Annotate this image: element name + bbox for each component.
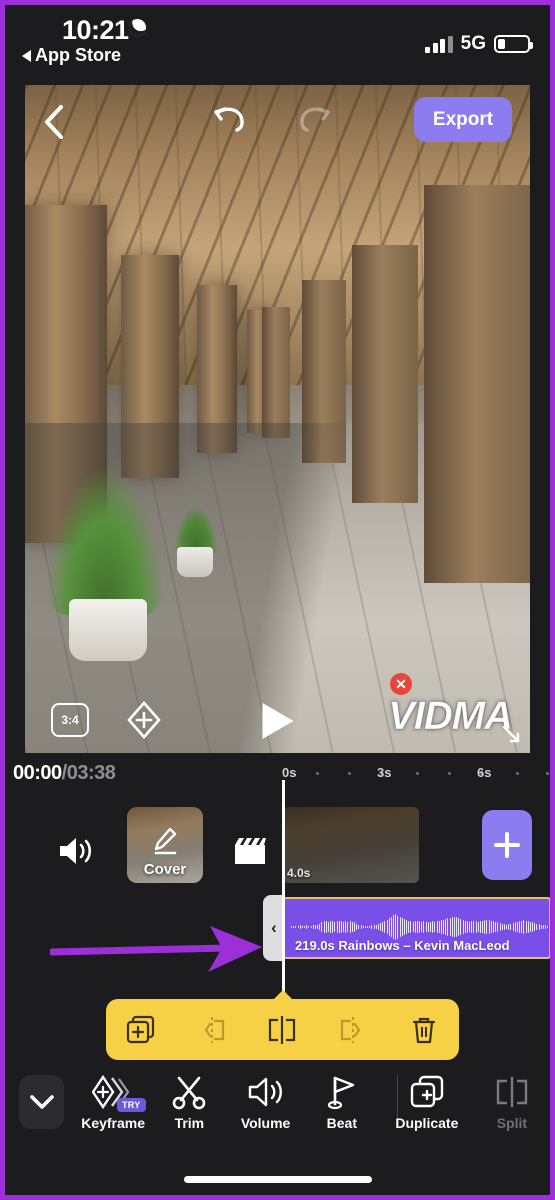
tool-volume[interactable]: Volume [227, 1071, 303, 1131]
export-button[interactable]: Export [414, 97, 512, 142]
audio-clip-label: 219.0s Rainbows – Kevin MacLeod [295, 938, 510, 953]
ruler-dot [448, 772, 451, 775]
collapse-button[interactable] [19, 1075, 64, 1129]
back-button[interactable] [41, 103, 67, 146]
timeline-tracks[interactable]: Cover 4.0s ‹ 219.0s Rainbows – Kevin Mac… [5, 795, 550, 995]
speaker-icon[interactable] [57, 835, 95, 872]
watermark-text[interactable]: VIDMA [388, 694, 514, 739]
preview-bottom-bar: 3:4 ✕ VIDMA [25, 673, 530, 753]
time-display: 00:00/03:38 [13, 762, 116, 785]
scissors-icon [151, 1071, 227, 1113]
ruler-dot [416, 772, 419, 775]
tool-label: Split [496, 1115, 528, 1131]
preview-pot [177, 547, 213, 577]
moon-icon [126, 16, 149, 39]
ruler-dot [348, 772, 351, 775]
home-indicator [183, 1176, 372, 1183]
status-bar: 10:21 App Store 5G [5, 5, 550, 75]
status-time: 10:21 [62, 15, 129, 45]
delete-button[interactable] [400, 1006, 448, 1054]
signal-bars-icon [425, 35, 453, 53]
clapperboard-icon[interactable] [233, 835, 267, 872]
video-clip[interactable]: 4.0s [283, 807, 419, 883]
split-icon [474, 1071, 550, 1113]
video-preview[interactable]: Export 3:4 ✕ VIDMA [25, 85, 530, 753]
current-time: 00:00 [13, 762, 62, 784]
status-right-group: 5G [425, 33, 533, 55]
keyframe-diamond-icon[interactable] [125, 700, 163, 740]
battery-low-icon [494, 35, 533, 53]
clip-context-toolbar [106, 999, 459, 1060]
play-icon[interactable] [262, 703, 293, 739]
phone-screen: 10:21 App Store 5G Export 3:4 ✕ VIDMA 00… [0, 0, 555, 1200]
tool-label: Trim [174, 1115, 205, 1131]
back-label: App Store [35, 45, 122, 65]
audio-waveform [291, 914, 549, 940]
ruler-tick-6s: 6s [477, 765, 492, 780]
preview-pillar [262, 307, 290, 438]
redo-icon[interactable] [297, 103, 331, 138]
volume-icon [227, 1071, 303, 1113]
try-badge: TRY [117, 1098, 146, 1112]
aspect-ratio-label: 3:4 [61, 713, 79, 727]
ruler-dot [516, 772, 519, 775]
tool-duplicate[interactable]: Duplicate [380, 1071, 474, 1131]
trim-left-button[interactable] [188, 1006, 236, 1054]
preview-top-bar: Export [25, 85, 530, 161]
pencil-icon [150, 825, 180, 862]
video-clip-duration: 4.0s [287, 866, 311, 880]
copy-button[interactable] [117, 1006, 165, 1054]
triangle-left-icon [22, 49, 31, 62]
add-media-button[interactable] [482, 810, 532, 880]
trim-right-button[interactable] [329, 1006, 377, 1054]
tool-keyframe[interactable]: TRY Keyframe [75, 1071, 151, 1131]
tool-split[interactable]: Split [474, 1071, 550, 1131]
tool-list: TRY Keyframe Trim Volume Beat Duplicate … [75, 1071, 550, 1135]
duplicate-icon [380, 1071, 474, 1113]
ruler-dot [316, 772, 319, 775]
ruler-dot [546, 772, 549, 775]
watermark-close-icon[interactable]: ✕ [390, 673, 412, 695]
cover-label: Cover [143, 861, 187, 878]
tool-label: Duplicate [395, 1115, 459, 1131]
plus-icon [494, 832, 520, 858]
timeline-ruler[interactable]: 00:00/03:38 0s 3s 6s [5, 753, 550, 795]
ruler-tick-3s: 3s [377, 765, 392, 780]
split-button[interactable] [258, 1006, 306, 1054]
back-to-app-store-link[interactable]: App Store [22, 45, 121, 66]
tool-label: Volume [240, 1115, 291, 1131]
playhead[interactable] [275, 780, 291, 1010]
tool-beat[interactable]: Beat [304, 1071, 380, 1131]
audio-clip[interactable]: 219.0s Rainbows – Kevin MacLeod [283, 897, 550, 959]
tool-label: Beat [326, 1115, 357, 1131]
undo-icon[interactable] [213, 103, 247, 138]
network-label: 5G [460, 33, 486, 54]
watermark-resize-handle-icon[interactable] [500, 723, 522, 745]
aspect-ratio-button[interactable]: 3:4 [51, 703, 89, 737]
cover-thumbnail[interactable]: Cover [127, 807, 203, 883]
bottom-toolbar: TRY Keyframe Trim Volume Beat Duplicate … [5, 1065, 550, 1195]
ruler-tick-0s: 0s [282, 765, 297, 780]
tool-trim[interactable]: Trim [151, 1071, 227, 1131]
preview-pot [69, 599, 147, 661]
tool-label: Keyframe [81, 1115, 146, 1131]
flag-icon [304, 1071, 380, 1113]
total-time: /03:38 [61, 762, 116, 784]
preview-plant [45, 465, 165, 615]
